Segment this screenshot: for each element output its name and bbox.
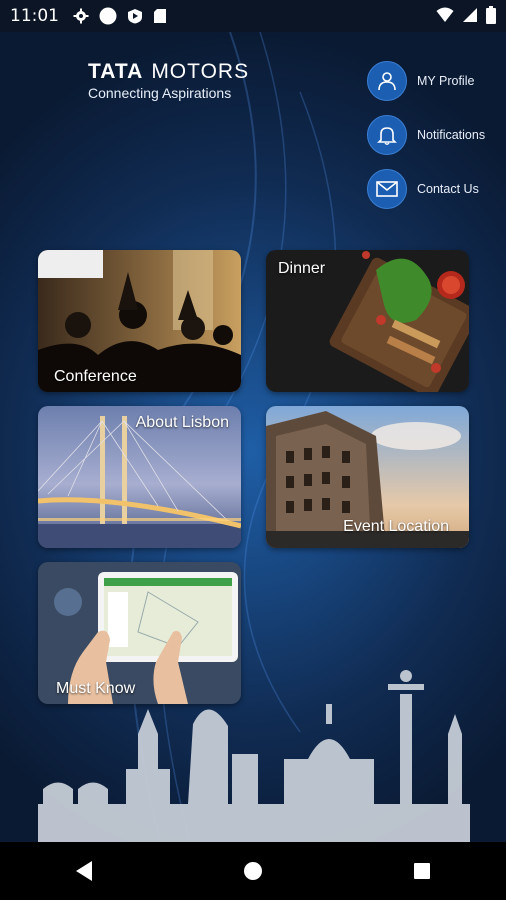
about-lisbon-tile[interactable]: About Lisbon: [38, 406, 241, 548]
back-button[interactable]: [54, 851, 114, 891]
brand-name: TATA: [88, 60, 144, 83]
about-lisbon-label: About Lisbon: [135, 414, 229, 431]
dinner-tile[interactable]: Dinner: [266, 250, 469, 392]
navigation-bar: [0, 842, 506, 900]
home-screen: TATA MOTORS Connecting Aspirations MY Pr…: [0, 32, 506, 842]
status-bar: 11:01: [0, 0, 506, 32]
status-time: 11:01: [10, 6, 59, 26]
wifi-icon: [436, 7, 454, 22]
event-location-tile[interactable]: Event Location: [266, 406, 469, 548]
brand-tagline: Connecting Aspirations: [88, 85, 232, 101]
quick-links: MY Profile Notifications Contact Us: [367, 54, 485, 216]
battery-icon: [486, 6, 496, 24]
conference-tile[interactable]: Conference: [38, 250, 241, 392]
envelope-icon: [367, 169, 407, 209]
my-profile-link[interactable]: MY Profile: [367, 54, 485, 108]
notifications-link[interactable]: Notifications: [367, 108, 485, 162]
contact-us-link[interactable]: Contact Us: [367, 162, 485, 216]
bell-icon: [367, 115, 407, 155]
back-triangle-icon: [76, 861, 93, 881]
brand-name-2: MOTORS: [151, 60, 250, 83]
shield-play-icon: [128, 9, 142, 24]
dinner-label: Dinner: [278, 260, 326, 277]
brand-logo: TATA MOTORS Connecting Aspirations: [88, 60, 249, 101]
signal-icon: [463, 8, 477, 22]
contact-us-label: Contact Us: [417, 182, 479, 196]
sd-card-icon: [154, 9, 166, 23]
recents-button[interactable]: [392, 851, 452, 891]
event-location-label: Event Location: [343, 518, 449, 535]
settings-icon: [73, 8, 89, 24]
conference-label: Conference: [54, 368, 137, 385]
lisbon-skyline-illustration: [38, 670, 470, 842]
notifications-label: Notifications: [417, 128, 486, 142]
circle-icon: [99, 7, 117, 25]
person-icon: [367, 61, 407, 101]
my-profile-label: MY Profile: [417, 74, 475, 88]
home-button[interactable]: [223, 851, 283, 891]
home-circle-icon: [243, 862, 262, 880]
recents-square-icon: [413, 863, 430, 879]
